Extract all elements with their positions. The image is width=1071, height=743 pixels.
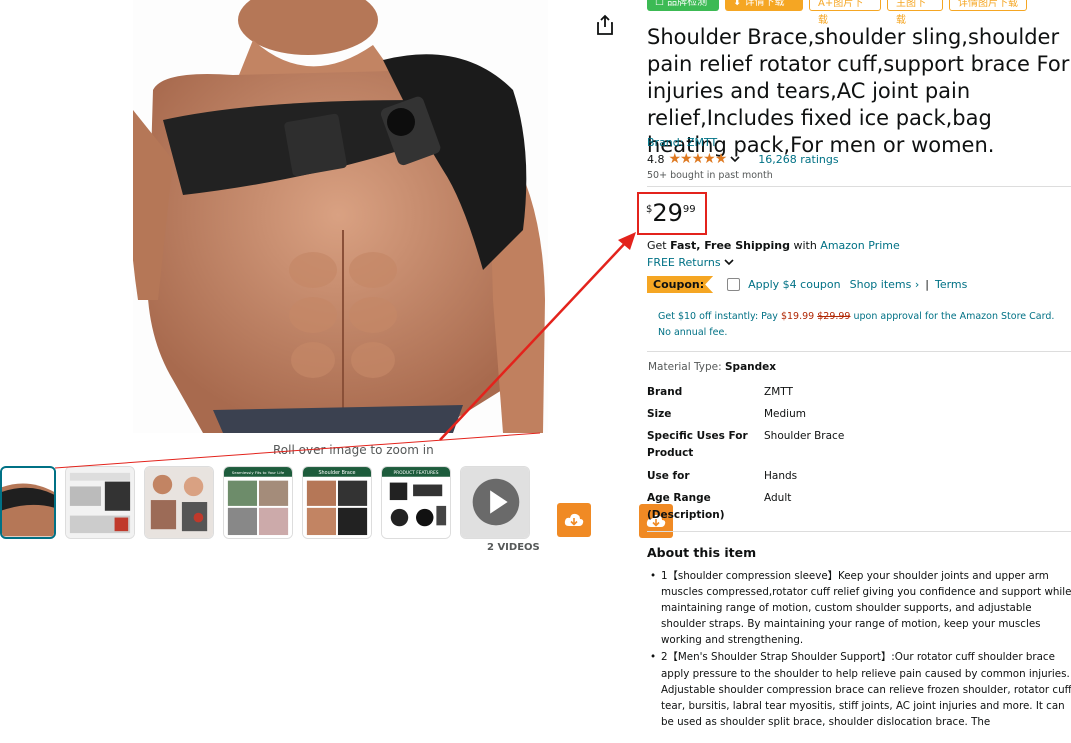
price-fraction: 99 (682, 204, 696, 215)
spec-key: Use for (647, 470, 690, 482)
material-type: Material Type: Spandex (648, 361, 776, 373)
bullet-text: 1【shoulder compression sleeve】Keep your … (661, 570, 1071, 647)
spec-key: Brand (647, 386, 683, 398)
shop-items-link[interactable]: Shop items › (850, 278, 920, 291)
share-icon[interactable] (595, 14, 615, 36)
terms-link[interactable]: Terms (935, 278, 967, 291)
brand-link[interactable]: Brand: ZMTT (647, 136, 717, 149)
list-item: • 1【shoulder compression sleeve】Keep you… (647, 568, 1071, 648)
price: $ 29 99 (646, 200, 696, 226)
spec-key: Size (647, 408, 672, 420)
chevron-down-icon[interactable] (730, 155, 740, 163)
rating-value: 4.8 (647, 152, 665, 166)
video-thumbnail[interactable] (460, 466, 530, 539)
divider (647, 531, 1071, 532)
product-photo (133, 0, 545, 433)
main-image-download-badge[interactable]: 主图下载 (887, 0, 943, 26)
bought-count: 50+ bought in past month (647, 170, 773, 181)
svg-text:Seamlessly Fits to Your Life: Seamlessly Fits to Your Life (232, 470, 285, 475)
divider (647, 351, 1071, 352)
card-offer-old-price: $29.99 (817, 311, 851, 322)
main-product-image[interactable] (133, 0, 548, 433)
bullet-dot: • (650, 651, 657, 664)
thumbnail-strip: Seamlessly Fits to Your Life Shoulder Br… (0, 466, 530, 539)
bullet-dot: • (650, 570, 657, 582)
spec-value: Adult (764, 492, 792, 504)
spec-value: ZMTT (764, 386, 793, 398)
star-rating-icon[interactable]: ★★★★★ (669, 151, 728, 167)
cloud-download-icon (564, 513, 584, 526)
shipping-middle: with (789, 239, 821, 252)
ratings-count-link[interactable]: 16,268 ratings (758, 153, 838, 166)
shipping-bold: Fast, Free Shipping (670, 239, 790, 252)
coupon-checkbox[interactable] (727, 278, 741, 291)
spec-key: Specific Uses For Product (647, 430, 748, 459)
thumbnail-2[interactable] (65, 466, 135, 539)
spec-key: Age Range (Description) (647, 492, 725, 521)
returns-label: FREE Returns (647, 256, 721, 269)
card-offer-pre: Get $10 off instantly: Pay (658, 311, 781, 322)
card-offer-new-price: $19.99 (780, 311, 815, 322)
spec-value: Medium (764, 408, 806, 420)
zoom-hint: Roll over image to zoom in (273, 443, 434, 457)
brand-check-badge[interactable]: ☐ 品牌检测 (647, 0, 719, 11)
list-item: • 2【Men's Shoulder Strap Shoulder Suppor… (647, 649, 1071, 729)
price-whole: 29 (652, 199, 683, 227)
bullet-text: 2【Men's Shoulder Strap Shoulder Support】… (661, 651, 1071, 728)
thumbnail-5[interactable]: Shoulder Brace (302, 466, 372, 539)
thumbnail-6[interactable]: PRODUCT FEATURES (381, 466, 451, 539)
prime-link[interactable]: Amazon Prime (820, 239, 899, 252)
chevron-down-icon (724, 259, 734, 266)
videos-label: 2 VIDEOS (487, 542, 540, 553)
coupon-separator: | (925, 278, 929, 291)
store-card-offer[interactable]: Get $10 off instantly: Pay $19.99 $29.99… (658, 309, 1063, 341)
svg-text:PRODUCT FEATURES: PRODUCT FEATURES (393, 470, 438, 476)
thumbnail-4[interactable]: Seamlessly Fits to Your Life (223, 466, 293, 539)
coupon-row: Coupon: Apply $4 coupon Shop items › | T… (647, 276, 967, 293)
divider (647, 186, 1071, 187)
detail-download-badge[interactable]: ⬇ 详情下载 (725, 0, 803, 11)
detail-image-download-badge[interactable]: 详情图片下载 (949, 0, 1027, 11)
spec-value: Hands (764, 470, 798, 482)
about-bullets: • 1【shoulder compression sleeve】Keep you… (647, 568, 1071, 731)
rating-row: 4.8 ★★★★★ 16,268 ratings (647, 151, 839, 167)
apply-coupon-label[interactable]: Apply $4 coupon (748, 278, 840, 291)
shipping-info: Get Fast, Free Shipping with Amazon Prim… (647, 239, 900, 252)
extension-toolbar: ☐ 品牌检测 ⬇ 详情下载 A+图片下载 主图下载 详情图片下载 (647, 0, 1027, 26)
free-returns-link[interactable]: FREE Returns (647, 256, 734, 269)
thumbnail-1[interactable] (0, 466, 56, 539)
material-value: Spandex (725, 361, 777, 373)
aplus-download-badge[interactable]: A+图片下载 (809, 0, 881, 26)
shipping-prefix: Get (647, 239, 671, 252)
spec-value: Shoulder Brace (764, 430, 845, 442)
coupon-tag: Coupon: (647, 276, 714, 293)
image-download-button[interactable] (557, 503, 591, 537)
svg-text:Shoulder Brace: Shoulder Brace (318, 470, 355, 476)
material-label: Material Type: (648, 361, 725, 373)
about-section-title: About this item (647, 545, 757, 560)
thumbnail-3[interactable] (144, 466, 214, 539)
